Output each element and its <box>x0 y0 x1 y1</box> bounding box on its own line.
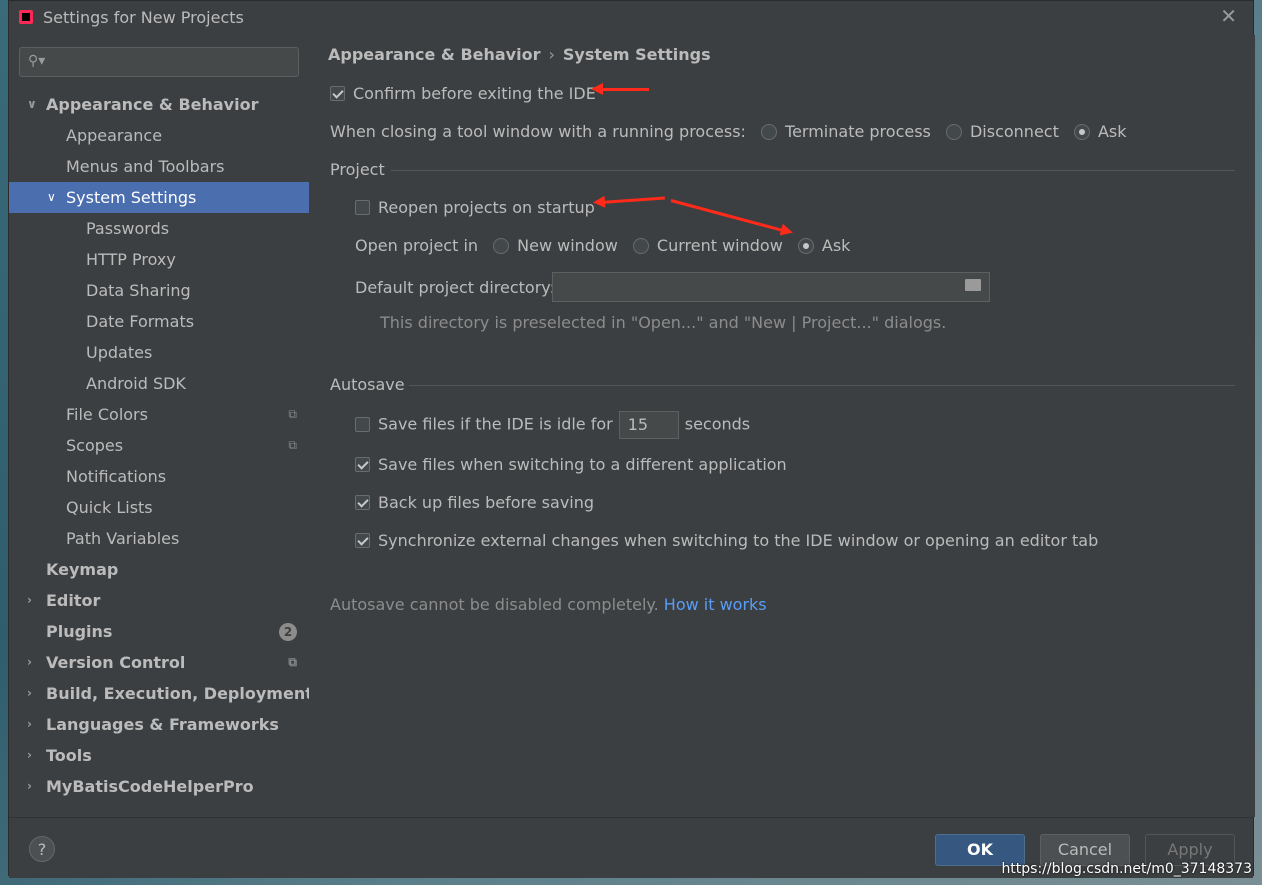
chevron-down-icon[interactable]: ∨ <box>47 182 56 213</box>
tree-item-version-control[interactable]: › Version Control ⧉ <box>9 647 309 678</box>
tree-item-build-execution-deployment[interactable]: › Build, Execution, Deployment <box>9 678 313 709</box>
closing-process-row: When closing a tool window with a runnin… <box>330 122 1127 141</box>
tree-item-data-sharing[interactable]: Data Sharing <box>9 275 309 306</box>
tree-item-appearance-behavior[interactable]: ∨ Appearance & Behavior <box>9 89 309 120</box>
settings-tree: ∨ Appearance & Behavior Appearance Menus … <box>9 89 313 802</box>
chevron-right-icon[interactable]: › <box>27 771 32 802</box>
radio-new-window[interactable] <box>493 238 510 254</box>
radio-ask-open[interactable] <box>797 238 814 254</box>
tree-item-mybatiscodehelperpro[interactable]: › MyBatisCodeHelperPro <box>9 771 309 802</box>
tree-item-system-settings[interactable]: ∨ System Settings <box>9 182 309 213</box>
tree-item-menus-toolbars[interactable]: Menus and Toolbars <box>9 151 309 182</box>
project-config-icon: ⧉ <box>288 438 297 452</box>
project-config-icon: ⧉ <box>288 655 297 669</box>
folder-icon[interactable] <box>965 279 981 291</box>
chevron-right-icon[interactable]: › <box>27 585 32 616</box>
settings-sidebar: ⚲▾ ∨ Appearance & Behavior Appearance Men… <box>9 35 313 817</box>
chevron-down-icon[interactable]: ∨ <box>27 89 37 120</box>
default-dir-hint: This directory is preselected in "Open..… <box>380 313 947 332</box>
confirm-exit-checkbox[interactable]: Confirm before exiting the IDE <box>330 84 596 103</box>
chevron-right-icon[interactable]: › <box>27 709 32 740</box>
search-input[interactable]: ⚲▾ <box>19 47 299 77</box>
tree-item-plugins[interactable]: Plugins 2 <box>9 616 309 647</box>
tree-item-tools[interactable]: › Tools <box>9 740 309 771</box>
backup-files-checkbox[interactable]: Back up files before saving <box>355 493 594 512</box>
tree-item-date-formats[interactable]: Date Formats <box>9 306 309 337</box>
how-it-works-link[interactable]: How it works <box>664 595 767 614</box>
checkbox-checked[interactable] <box>330 86 345 101</box>
project-config-icon: ⧉ <box>288 407 297 421</box>
chevron-right-icon[interactable]: › <box>27 740 32 771</box>
tree-item-scopes[interactable]: Scopes ⧉ <box>9 430 309 461</box>
radio-ask-closing[interactable] <box>1073 124 1090 140</box>
divider <box>409 385 1235 386</box>
tree-item-file-colors[interactable]: File Colors ⧉ <box>9 399 309 430</box>
tree-item-editor[interactable]: › Editor <box>9 585 309 616</box>
watermark: https://blog.csdn.net/m0_37148373 <box>1001 861 1252 877</box>
tree-item-keymap[interactable]: Keymap <box>9 554 309 585</box>
checkbox-checked[interactable] <box>355 457 370 472</box>
chevron-right-icon[interactable]: › <box>27 647 32 678</box>
radio-current-window[interactable] <box>632 238 649 254</box>
tree-item-updates[interactable]: Updates <box>9 337 309 368</box>
sync-external-checkbox[interactable]: Synchronize external changes when switch… <box>355 531 1098 550</box>
tree-item-appearance[interactable]: Appearance <box>9 120 309 151</box>
tree-item-notifications[interactable]: Notifications <box>9 461 309 492</box>
tree-item-path-variables[interactable]: Path Variables <box>9 523 309 554</box>
autosave-section-title: Autosave <box>330 375 405 394</box>
tree-item-languages-frameworks[interactable]: › Languages & Frameworks <box>9 709 309 740</box>
radio-disconnect[interactable] <box>945 124 962 140</box>
intellij-logo-icon <box>19 10 33 24</box>
tree-item-android-sdk[interactable]: Android SDK <box>9 368 309 399</box>
open-project-in-row: Open project in New window Current windo… <box>355 236 851 255</box>
settings-content: Appearance & Behavior › System Settings Co… <box>309 35 1255 817</box>
chevron-right-icon[interactable]: › <box>27 678 32 709</box>
annotation-arrow <box>670 199 786 233</box>
tree-item-http-proxy[interactable]: HTTP Proxy <box>9 244 309 275</box>
save-on-switch-checkbox[interactable]: Save files when switching to a different… <box>355 455 787 474</box>
radio-terminate-process[interactable] <box>761 124 778 140</box>
title-bar: Settings for New Projects ✕ <box>9 1 1253 35</box>
save-idle-checkbox[interactable] <box>355 416 370 432</box>
tree-item-passwords[interactable]: Passwords <box>9 213 309 244</box>
project-section-title: Project <box>330 160 385 179</box>
update-count-badge: 2 <box>279 623 297 641</box>
annotation-arrow <box>591 83 649 95</box>
tree-item-quick-lists[interactable]: Quick Lists <box>9 492 309 523</box>
divider <box>391 170 1235 171</box>
close-icon[interactable]: ✕ <box>1220 4 1237 28</box>
reopen-projects-checkbox[interactable]: Reopen projects on startup <box>355 198 595 217</box>
checkbox-checked[interactable] <box>355 495 370 510</box>
help-button[interactable]: ? <box>29 836 55 862</box>
default-dir-label: Default project directory: <box>355 278 555 297</box>
settings-dialog: Settings for New Projects ✕ ⚲▾ ∨ Appearan… <box>8 0 1255 878</box>
annotation-arrow <box>600 196 665 204</box>
save-idle-row: Save files if the IDE is idle for 15 secon… <box>355 411 750 439</box>
checkbox-checked[interactable] <box>355 533 370 548</box>
idle-seconds-input[interactable]: 15 <box>618 411 679 439</box>
search-icon: ⚲▾ <box>28 53 46 69</box>
window-title: Settings for New Projects <box>43 8 244 27</box>
autosave-note: Autosave cannot be disabled completely. … <box>330 595 767 614</box>
breadcrumb: Appearance & Behavior › System Settings <box>328 45 711 64</box>
default-dir-field[interactable] <box>552 272 990 302</box>
checkbox-unchecked[interactable] <box>355 200 370 215</box>
